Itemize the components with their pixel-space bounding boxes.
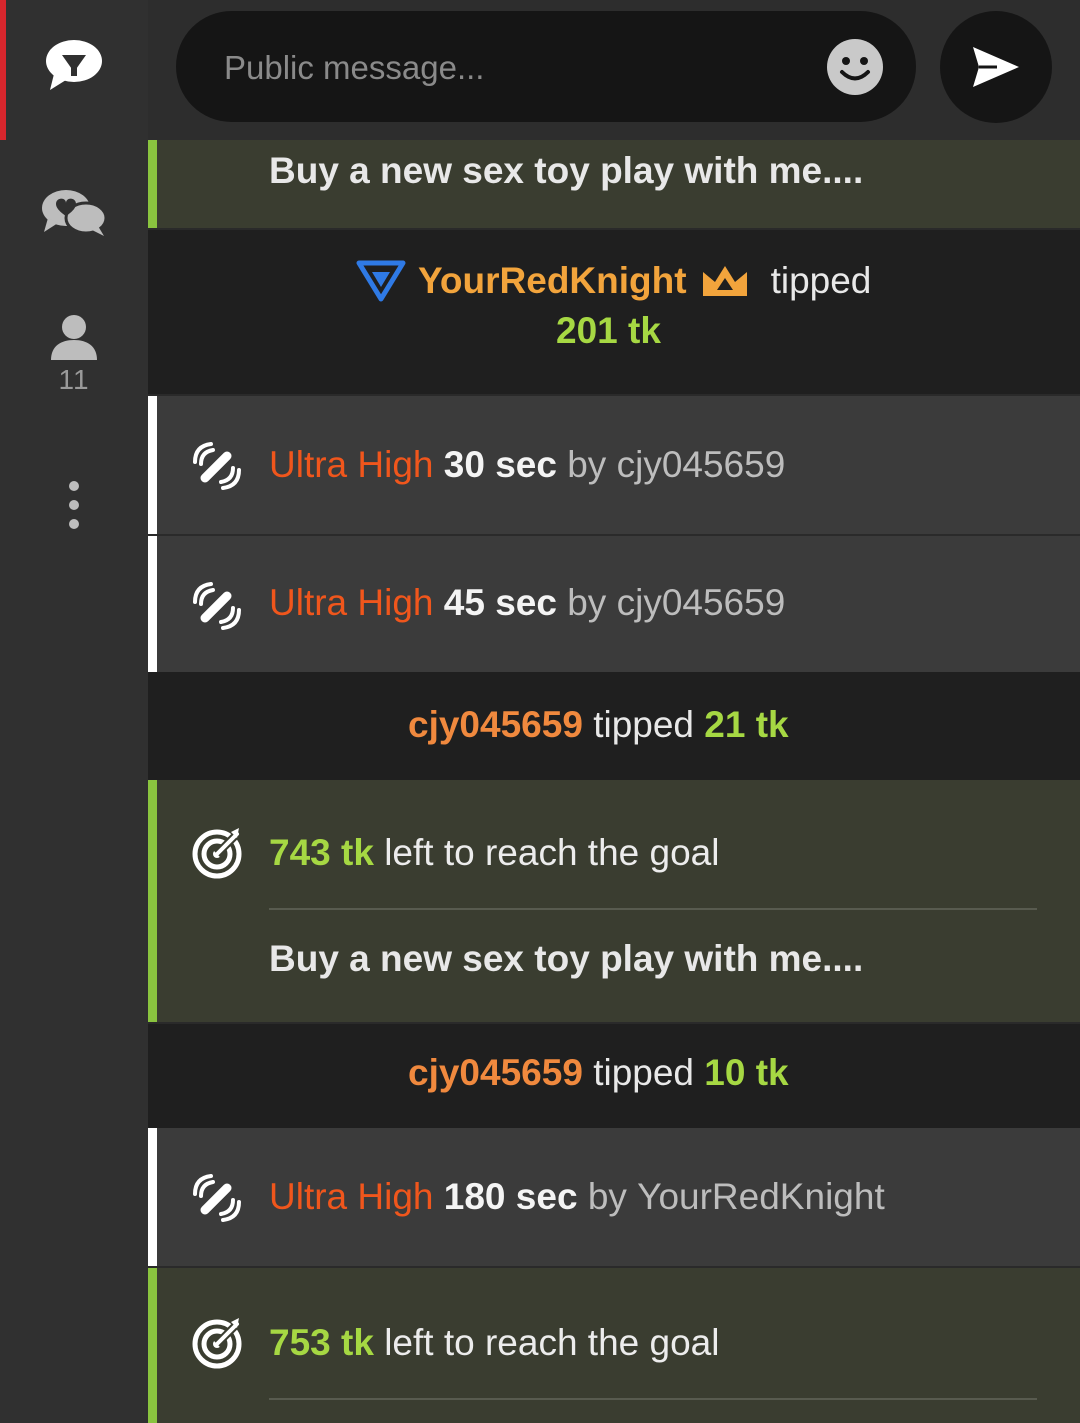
vibration-level: Ultra High (269, 582, 434, 623)
goal-message: 743 tk left to reach the goal Buy a new … (148, 780, 1080, 1022)
vibration-level: Ultra High (269, 444, 434, 485)
vibration-message: Ultra High 180 sec by YourRedKnight (148, 1128, 1080, 1266)
chat-feed[interactable]: Buy a new sex toy play with me.... YourR… (148, 140, 1080, 1423)
tip-verb: tipped (593, 1052, 694, 1093)
sidebar: 11 (0, 0, 149, 1423)
goal-divider (269, 1398, 1037, 1400)
goal-text: Buy a new sex toy play with me.... (269, 938, 864, 979)
tip-text: cjy045659 tipped 10 tk (408, 1048, 789, 1098)
goal-remaining-amount: 743 tk (269, 832, 374, 873)
chat-bubble-icon (46, 40, 102, 90)
goal-message: Buy a new sex toy play with me.... (148, 140, 1080, 228)
tip-text: cjy045659 tipped 21 tk (408, 700, 789, 750)
vibration-message: Ultra High 30 sec by cjy045659 (148, 396, 1080, 534)
vibration-icon (193, 582, 241, 630)
goal-progress-text: 743 tk left to reach the goal (269, 828, 719, 878)
tip-header: YourRedKnight tipped (356, 256, 871, 306)
blue-triangle-badge-icon (356, 260, 406, 302)
goal-remaining-amount: 753 tk (269, 1322, 374, 1363)
crown-icon (702, 266, 747, 296)
vibration-text: Ultra High 45 sec by cjy045659 (269, 578, 785, 628)
goal-remaining-label: left to reach the goal (384, 832, 720, 873)
vibration-text: Ultra High 180 sec by YourRedKnight (269, 1172, 885, 1222)
send-arrow-icon (973, 47, 1019, 87)
vibration-user[interactable]: cjy045659 (617, 582, 786, 624)
goal-remaining-label: left to reach the goal (384, 1322, 720, 1363)
tipper-username[interactable]: cjy045659 (408, 704, 583, 746)
send-button[interactable] (940, 11, 1052, 123)
smiley-icon[interactable] (826, 38, 884, 96)
more-vertical-icon (69, 481, 79, 529)
target-icon (192, 1318, 242, 1369)
vibration-icon (193, 1174, 241, 1222)
sidebar-item-more[interactable] (0, 480, 148, 530)
tipper-username[interactable]: YourRedKnight (418, 260, 687, 302)
tip-message: cjy045659 tipped 21 tk (148, 672, 1080, 780)
by-label: by (567, 444, 607, 485)
vibration-text: Ultra High 30 sec by cjy045659 (269, 440, 785, 490)
goal-divider (269, 908, 1037, 910)
user-count: 11 (58, 364, 90, 395)
vibration-level: Ultra High (269, 1176, 434, 1217)
message-field[interactable] (176, 11, 916, 124)
goal-message: 753 tk left to reach the goal (148, 1268, 1080, 1423)
vibration-duration: 180 sec (443, 1176, 578, 1217)
goal-progress-text: 753 tk left to reach the goal (269, 1318, 719, 1368)
vibration-user[interactable]: cjy045659 (617, 444, 786, 486)
sidebar-item-users[interactable]: 11 (0, 314, 148, 396)
private-chats-icon (42, 190, 108, 236)
tip-amount: 201 tk (556, 310, 661, 351)
by-label: by (587, 1176, 627, 1217)
vibration-user[interactable]: YourRedKnight (637, 1176, 885, 1218)
tip-verb: tipped (770, 260, 872, 301)
tip-amount: 21 tk (704, 704, 789, 745)
tip-amount: 10 tk (704, 1052, 789, 1093)
tipper-username[interactable]: cjy045659 (408, 1052, 583, 1094)
vibration-duration: 30 sec (443, 444, 557, 485)
target-icon (192, 828, 242, 879)
user-icon (51, 315, 97, 360)
vibration-message: Ultra High 45 sec by cjy045659 (148, 536, 1080, 672)
by-label: by (567, 582, 607, 623)
public-message-input[interactable] (222, 11, 806, 124)
tip-message: cjy045659 tipped 10 tk (148, 1024, 1080, 1128)
tip-verb: tipped (593, 704, 694, 745)
tip-message: YourRedKnight tipped 201 tk (148, 230, 1080, 394)
goal-text: Buy a new sex toy play with me.... (269, 150, 864, 191)
composer-bar (148, 0, 1080, 140)
sidebar-item-public-chat[interactable] (0, 38, 148, 92)
vibration-duration: 45 sec (443, 582, 557, 623)
sidebar-item-private-chats[interactable] (0, 188, 148, 238)
vibration-icon (193, 442, 241, 490)
